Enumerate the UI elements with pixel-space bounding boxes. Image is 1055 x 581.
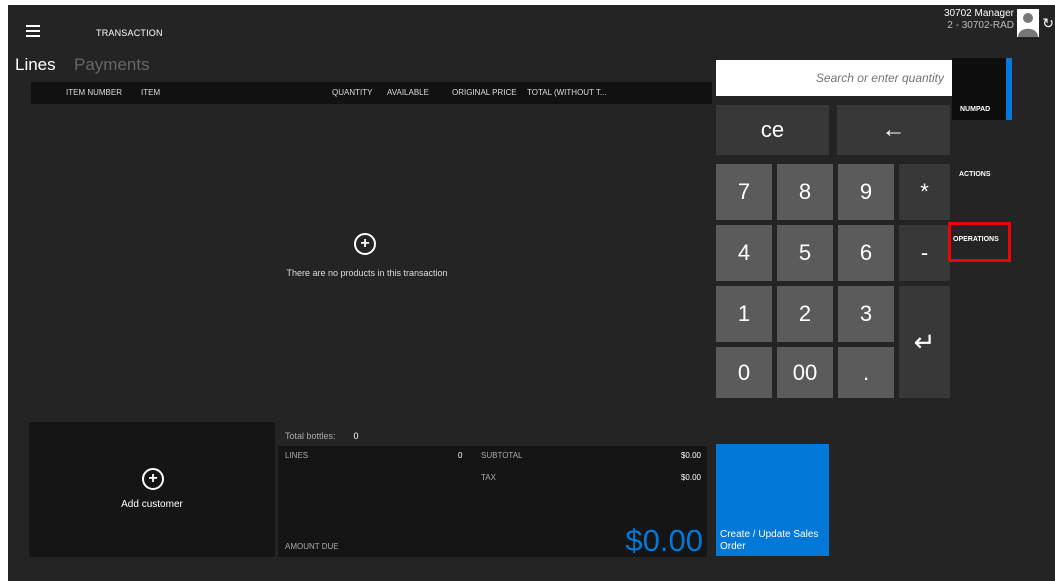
key-3[interactable]: 3: [838, 286, 894, 342]
tab-payments[interactable]: Payments: [74, 55, 150, 75]
user-store: 2 - 30702-RAD: [947, 20, 1014, 31]
key-1[interactable]: 1: [716, 286, 772, 342]
key-multiply[interactable]: *: [899, 164, 950, 220]
backspace-key[interactable]: ←: [837, 105, 950, 155]
ce-key[interactable]: ce: [716, 105, 829, 155]
add-customer-label: Add customer: [121, 499, 183, 510]
key-4[interactable]: 4: [716, 225, 772, 281]
user-icon: [1018, 13, 1038, 37]
search-box[interactable]: [716, 60, 952, 96]
grid-header: ITEM NUMBER ITEM QUANTITY AVAILABLE ORIG…: [31, 82, 712, 104]
key-8[interactable]: 8: [777, 164, 833, 220]
lines-label: LINES: [285, 451, 309, 460]
col-total[interactable]: TOTAL (WITHOUT T...: [527, 88, 607, 97]
create-update-sales-order-label: Create / Update Sales Order: [720, 529, 819, 552]
add-product-icon[interactable]: +: [354, 233, 376, 255]
add-customer-button[interactable]: + Add customer: [29, 422, 275, 557]
side-tab-numpad[interactable]: NUMPAD: [952, 58, 1012, 120]
side-tab-actions[interactable]: ACTIONS: [959, 171, 991, 178]
key-2[interactable]: 2: [777, 286, 833, 342]
total-bottles-label: Total bottles:: [285, 431, 336, 441]
col-item-number[interactable]: ITEM NUMBER: [66, 88, 122, 97]
total-bottles-value: 0: [353, 431, 359, 441]
subtotal-label: SUBTOTAL: [481, 451, 523, 460]
tab-lines[interactable]: Lines: [15, 55, 56, 75]
side-tab-numpad-label: NUMPAD: [960, 106, 991, 113]
user-info[interactable]: 30702 Manager 2 - 30702-RAD: [944, 8, 1014, 32]
col-item[interactable]: ITEM: [141, 88, 160, 97]
amount-due-value: $0.00: [625, 523, 703, 558]
subtotal-value: $0.00: [680, 451, 701, 460]
active-indicator: [1006, 58, 1012, 120]
page-title: TRANSACTION: [96, 28, 163, 38]
search-input[interactable]: [716, 60, 952, 96]
create-update-sales-order-button[interactable]: Create / Update Sales Order: [716, 444, 829, 556]
amount-due-label: AMOUNT DUE: [285, 542, 339, 551]
operations-highlight-box: [948, 222, 1011, 262]
totals-panel: LINES 0 SUBTOTAL $0.00 TAX $0.00 AMOUNT …: [278, 446, 707, 558]
key-00[interactable]: 00: [777, 347, 833, 398]
enter-key[interactable]: ↵: [899, 286, 950, 398]
user-name: 30702 Manager: [943, 8, 1014, 19]
tax-label: TAX: [481, 473, 496, 482]
col-original-price[interactable]: ORIGINAL PRICE: [452, 88, 517, 97]
key-0[interactable]: 0: [716, 347, 772, 398]
lines-value: 0: [458, 451, 463, 460]
key-minus[interactable]: -: [899, 225, 950, 281]
empty-message: There are no products in this transactio…: [286, 268, 448, 278]
col-available[interactable]: AVAILABLE: [387, 88, 429, 97]
add-customer-icon: +: [142, 468, 164, 490]
total-bottles: Total bottles: 0: [285, 431, 359, 441]
pos-window: TRANSACTION 30702 Manager 2 - 30702-RAD …: [8, 5, 1055, 581]
key-9[interactable]: 9: [838, 164, 894, 220]
key-5[interactable]: 5: [777, 225, 833, 281]
refresh-icon[interactable]: ↻: [1042, 15, 1054, 32]
key-6[interactable]: 6: [838, 225, 894, 281]
avatar[interactable]: [1017, 9, 1039, 37]
tax-value: $0.00: [680, 473, 701, 482]
key-7[interactable]: 7: [716, 164, 772, 220]
key-decimal[interactable]: .: [838, 347, 894, 398]
col-quantity[interactable]: QUANTITY: [332, 88, 372, 97]
menu-icon[interactable]: [26, 25, 40, 37]
